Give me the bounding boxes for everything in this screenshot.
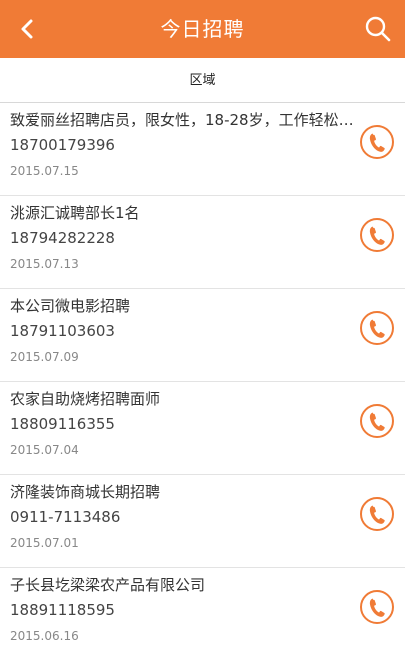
- call-button[interactable]: [359, 310, 395, 346]
- job-date: 2015.07.01: [10, 536, 79, 550]
- job-list-item[interactable]: 洮源汇诚聘部长1名 18794282228 2015.07.13: [0, 196, 405, 289]
- job-title: 子长县圪梁梁农产品有限公司: [10, 576, 206, 594]
- job-date: 2015.07.04: [10, 443, 79, 457]
- job-date: 2015.07.15: [10, 164, 79, 178]
- phone-handset-icon: [360, 404, 394, 438]
- job-phone: 0911-7113486: [10, 508, 121, 526]
- job-list-item[interactable]: 致爱丽丝招聘店员，限女性，18-28岁，工作轻松待遇优厚 18700179396…: [0, 103, 405, 196]
- call-button[interactable]: [359, 496, 395, 532]
- job-title: 致爱丽丝招聘店员，限女性，18-28岁，工作轻松待遇优厚: [10, 111, 355, 129]
- page-title: 今日招聘: [160, 17, 245, 41]
- region-filter-label: 区域: [189, 73, 216, 88]
- search-icon: [365, 16, 391, 42]
- chevron-left-icon: [21, 19, 33, 39]
- job-list-item[interactable]: 子长县圪梁梁农产品有限公司 18891118595 2015.06.16: [0, 568, 405, 650]
- job-phone: 18700179396: [10, 136, 115, 154]
- call-button[interactable]: [359, 589, 395, 625]
- app-header: 今日招聘: [0, 0, 405, 58]
- job-phone: 18794282228: [10, 229, 115, 247]
- phone-handset-icon: [360, 497, 394, 531]
- job-title: 农家自助烧烤招聘面师: [10, 390, 161, 408]
- job-list-item[interactable]: 济隆装饰商城长期招聘 0911-7113486 2015.07.01: [0, 475, 405, 568]
- job-date: 2015.07.09: [10, 350, 79, 364]
- call-button[interactable]: [359, 124, 395, 160]
- back-button[interactable]: [12, 12, 42, 46]
- job-title: 济隆装饰商城长期招聘: [10, 483, 161, 501]
- job-date: 2015.06.16: [10, 629, 79, 643]
- job-date: 2015.07.13: [10, 257, 79, 271]
- job-title: 本公司微电影招聘: [10, 297, 131, 315]
- job-phone: 18891118595: [10, 601, 115, 619]
- call-button[interactable]: [359, 403, 395, 439]
- phone-handset-icon: [360, 311, 394, 345]
- region-filter[interactable]: 区域: [0, 58, 405, 103]
- phone-handset-icon: [360, 218, 394, 252]
- job-list-item[interactable]: 本公司微电影招聘 18791103603 2015.07.09: [0, 289, 405, 382]
- job-phone: 18791103603: [10, 322, 115, 340]
- call-button[interactable]: [359, 217, 395, 253]
- job-phone: 18809116355: [10, 415, 115, 433]
- job-title: 洮源汇诚聘部长1名: [10, 204, 140, 222]
- phone-handset-icon: [360, 590, 394, 624]
- job-list-item[interactable]: 农家自助烧烤招聘面师 18809116355 2015.07.04: [0, 382, 405, 475]
- search-button[interactable]: [361, 11, 395, 47]
- phone-handset-icon: [360, 125, 394, 159]
- job-list: 致爱丽丝招聘店员，限女性，18-28岁，工作轻松待遇优厚 18700179396…: [0, 103, 405, 650]
